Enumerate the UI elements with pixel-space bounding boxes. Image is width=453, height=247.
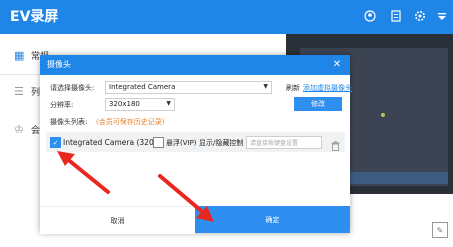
user-circle-icon[interactable] <box>363 9 377 23</box>
menu-icon[interactable] <box>435 9 449 23</box>
camera-select[interactable]: Integrated Camera ▼ <box>105 81 272 94</box>
float-vip-label: 悬浮(VIP) <box>166 139 197 147</box>
select-camera-label: 请选择摄像头: <box>50 84 95 92</box>
dialog-title: 摄像头 <box>47 60 71 69</box>
cancel-button[interactable]: 取消 <box>40 206 195 234</box>
app-title: EV录屏 <box>10 9 59 25</box>
add-virtual-camera-link[interactable]: 添加虚拟摄像头 <box>303 83 352 93</box>
close-icon[interactable]: ✕ <box>331 58 343 70</box>
dialog-header <box>40 55 350 75</box>
member-note: (会员可保存历史记录) <box>96 118 165 126</box>
hotkey-input[interactable]: 请直接按键盘设置 <box>246 136 322 149</box>
edit-icon[interactable]: ✎ <box>432 222 448 238</box>
modify-button[interactable]: 修改 <box>294 97 342 111</box>
camera-list-label: 摄像头列表: <box>50 118 88 126</box>
chevron-down-icon: ▼ <box>166 100 171 107</box>
toggle-control-label: 显示/隐藏控制 <box>199 139 244 147</box>
crown-icon: ♔ <box>14 123 24 136</box>
resolution-label: 分辨率: <box>50 101 74 109</box>
list-icon: ☰ <box>14 85 24 98</box>
chevron-down-icon: ▼ <box>263 83 268 90</box>
float-vip-checkbox[interactable] <box>153 137 164 148</box>
camera-select-value: Integrated Camera <box>109 83 176 91</box>
gear-icon[interactable] <box>413 9 427 23</box>
resolution-select[interactable]: 320x180 ▼ <box>105 98 175 111</box>
preview-cursor <box>381 113 385 117</box>
doc-icon[interactable] <box>389 9 403 23</box>
grid-icon: ▦ <box>14 49 25 62</box>
top-bar <box>0 0 453 34</box>
resolution-select-value: 320x180 <box>109 100 140 108</box>
camera-name: Integrated Camera (320x1 <box>63 138 163 147</box>
camera-enable-checkbox[interactable]: ✓ <box>50 137 61 148</box>
refresh-link[interactable]: 刷新 <box>286 83 300 93</box>
trash-icon[interactable] <box>331 136 340 151</box>
hotkey-placeholder: 请直接按键盘设置 <box>250 140 299 147</box>
confirm-button[interactable]: 确定 <box>195 206 350 233</box>
